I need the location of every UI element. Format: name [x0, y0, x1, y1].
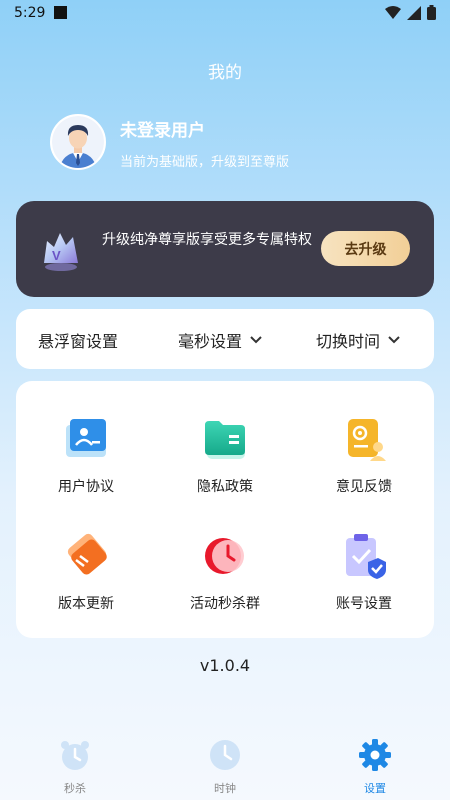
menu-item-label: 活动秒杀群 — [190, 596, 260, 612]
avatar[interactable] — [50, 114, 106, 170]
menu-item-label: 隐私政策 — [197, 479, 253, 495]
tab-label: 设置 — [364, 782, 386, 795]
tab-label: 秒杀 — [64, 782, 86, 795]
user-subtitle: 当前为基础版，升级到至尊版 — [120, 155, 290, 170]
status-bar: 5:29 — [0, 0, 450, 28]
upgrade-button[interactable]: 去升级 — [321, 231, 410, 266]
clock-icon — [210, 740, 240, 770]
tab-label: 时钟 — [214, 782, 236, 795]
tab-clock[interactable]: 时钟 — [180, 738, 270, 796]
menu-item-feedback[interactable]: 意见反馈 — [304, 415, 424, 496]
account-settings-icon — [346, 534, 386, 579]
menu-item-account-settings[interactable]: 账号设置 — [304, 532, 424, 613]
user-agreement-icon — [66, 419, 106, 457]
privacy-policy-icon — [205, 421, 245, 459]
float-window-setting[interactable]: 悬浮窗设置 — [38, 328, 118, 352]
signal-icon — [407, 5, 421, 20]
settings-bar: 悬浮窗设置 毫秒设置 切换时间 — [16, 309, 434, 369]
flash-sale-group-icon — [205, 538, 244, 574]
feedback-icon — [348, 419, 386, 461]
switch-time-dropdown[interactable]: 切换时间 — [316, 328, 400, 352]
page-title: 我的 — [208, 63, 242, 83]
menu-item-version-update[interactable]: 版本更新 — [26, 532, 146, 613]
user-avatar-icon — [52, 116, 104, 168]
menu-item-privacy-policy[interactable]: 隐私政策 — [165, 415, 285, 496]
user-name[interactable]: 未登录用户 — [120, 116, 205, 141]
notification-icon — [54, 6, 67, 19]
menu-item-label: 用户协议 — [58, 479, 114, 495]
menu-item-user-agreement[interactable]: 用户协议 — [26, 415, 146, 496]
vip-banner: V 升级纯净尊享版享受更多专属特权 去升级 — [16, 201, 434, 297]
switch-time-label: 切换时间 — [316, 332, 381, 351]
float-window-label: 悬浮窗设置 — [38, 332, 119, 351]
chevron-down-icon — [250, 336, 262, 344]
svg-text:V: V — [52, 248, 61, 263]
wifi-icon — [385, 5, 401, 19]
vip-banner-text: 升级纯净尊享版享受更多专属特权 — [102, 232, 312, 248]
status-icons — [385, 5, 436, 20]
menu-item-flash-sale-group[interactable]: 活动秒杀群 — [165, 532, 285, 613]
chevron-down-icon — [388, 336, 400, 344]
battery-icon — [427, 5, 436, 20]
tab-flash-sale[interactable]: 秒杀 — [30, 738, 120, 796]
version-text: v1.0.4 — [199, 656, 251, 675]
menu-item-label: 账号设置 — [336, 596, 392, 612]
status-time: 5:29 — [14, 5, 46, 21]
millisecond-label: 毫秒设置 — [178, 332, 243, 351]
menu-item-label: 意见反馈 — [336, 479, 392, 495]
tab-settings[interactable]: 设置 — [330, 738, 420, 796]
millisecond-setting-dropdown[interactable]: 毫秒设置 — [178, 328, 262, 352]
menu-grid: 用户协议 隐私政策 意见反馈 版本更新 活动秒杀群 账号设置 — [16, 381, 434, 638]
gear-icon — [359, 739, 391, 771]
alarm-clock-icon — [61, 741, 89, 770]
menu-item-label: 版本更新 — [58, 596, 114, 612]
vip-crystal-icon: V — [44, 233, 78, 271]
version-update-icon — [67, 533, 107, 575]
